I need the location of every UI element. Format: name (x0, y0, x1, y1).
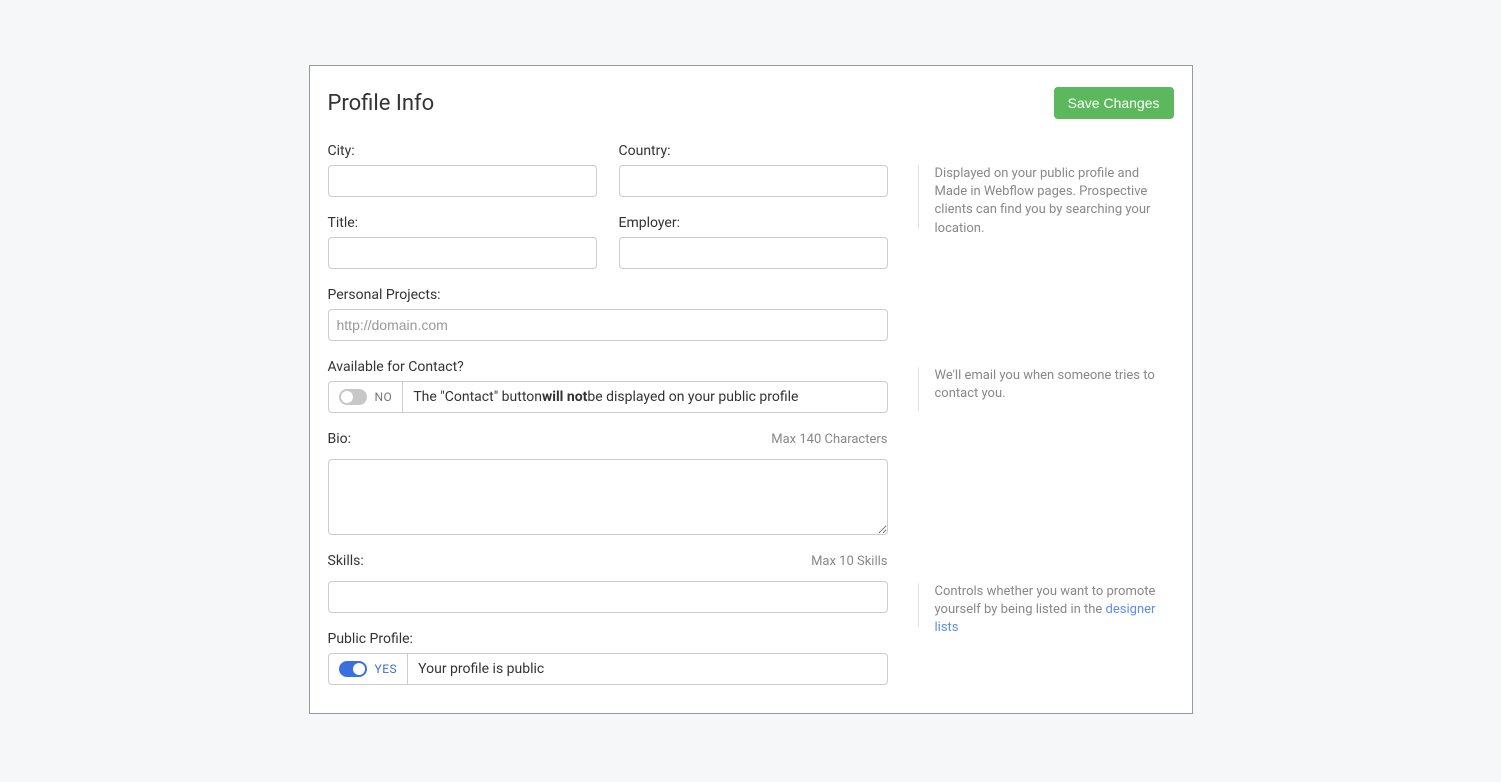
public-label: Public Profile: (328, 631, 888, 647)
contact-desc-prefix: The "Contact" button (413, 389, 542, 405)
public-toggle[interactable] (339, 661, 367, 677)
skills-help-spacer (918, 523, 1174, 583)
city-input[interactable] (328, 165, 597, 197)
contact-toggle-row: NO The "Contact" button will not be disp… (328, 381, 888, 413)
contact-toggle[interactable] (339, 389, 367, 405)
contact-desc-suffix: be displayed on your public profile (587, 389, 798, 405)
employer-label: Employer: (619, 215, 888, 231)
contact-desc-bold: will not (542, 389, 587, 405)
title-label: Title: (328, 215, 597, 231)
skills-label: Skills: (328, 553, 364, 569)
bio-help-spacer (918, 411, 1174, 523)
country-input[interactable] (619, 165, 888, 197)
public-help-text: Controls whether you want to promote you… (918, 583, 1174, 627)
title-help-spacer (918, 229, 1174, 303)
projects-input[interactable] (328, 309, 888, 341)
public-toggle-state: YES (375, 662, 398, 676)
bio-hint: Max 140 Characters (771, 432, 887, 447)
contact-toggle-state: NO (375, 390, 393, 404)
contact-help-text: We'll email you when someone tries to co… (918, 367, 1174, 411)
public-toggle-desc: Your profile is public (408, 654, 886, 684)
skills-hint: Max 10 Skills (811, 554, 887, 569)
bio-textarea[interactable] (328, 459, 888, 535)
profile-info-panel: Profile Info Save Changes City: Country: (309, 65, 1193, 714)
country-label: Country: (619, 143, 888, 159)
employer-input[interactable] (619, 237, 888, 269)
city-help-text: Displayed on your public profile and Mad… (918, 165, 1174, 229)
contact-toggle-desc: The "Contact" button will not be display… (403, 382, 886, 412)
projects-help-spacer (918, 303, 1174, 367)
contact-label: Available for Contact? (328, 359, 888, 375)
city-label: City: (328, 143, 597, 159)
save-changes-button[interactable]: Save Changes (1054, 87, 1174, 119)
title-input[interactable] (328, 237, 597, 269)
public-toggle-row: YES Your profile is public (328, 653, 888, 685)
projects-label: Personal Projects: (328, 287, 888, 303)
page-title: Profile Info (328, 91, 435, 116)
bio-label: Bio: (328, 431, 352, 447)
skills-input[interactable] (328, 581, 888, 613)
